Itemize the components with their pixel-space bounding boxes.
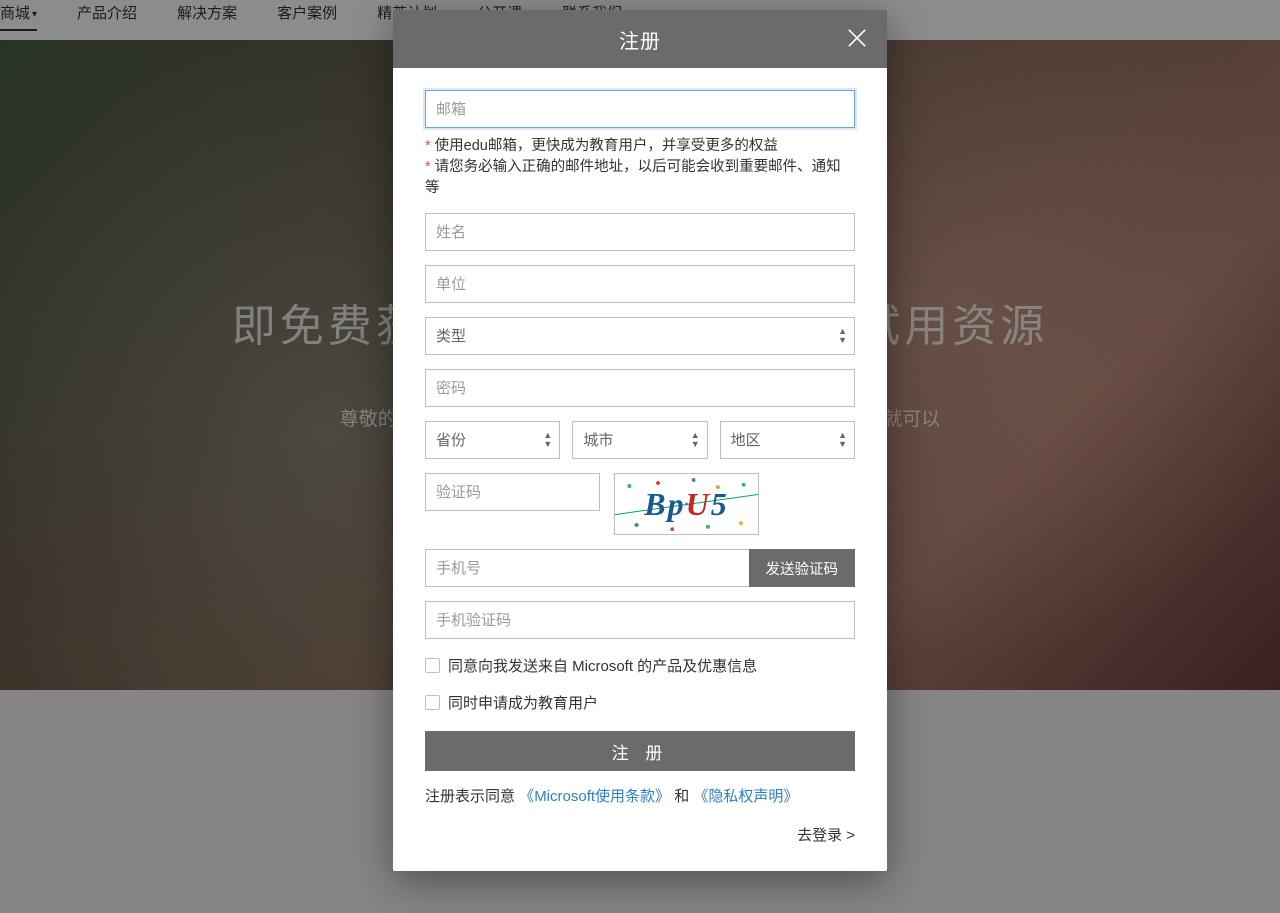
- close-icon[interactable]: [843, 24, 871, 52]
- city-select[interactable]: 城市: [572, 421, 707, 459]
- password-input[interactable]: [425, 369, 855, 407]
- captcha-input[interactable]: [425, 473, 600, 511]
- captcha-image[interactable]: BpU5: [614, 473, 759, 535]
- province-select[interactable]: 省份: [425, 421, 560, 459]
- terms-link-usage[interactable]: 《Microsoft使用条款》: [519, 788, 670, 805]
- register-button[interactable]: 注 册: [425, 731, 855, 771]
- modal-overlay[interactable]: 注册 *使用edu邮箱，更快成为教育用户，并享受更多的权益 *请您务必输入正确的…: [0, 0, 1280, 913]
- org-input[interactable]: [425, 265, 855, 303]
- marketing-consent-checkbox[interactable]: [425, 658, 440, 673]
- edu-consent-checkbox[interactable]: [425, 695, 440, 710]
- district-select[interactable]: 地区: [720, 421, 855, 459]
- email-field-wrap: *使用edu邮箱，更快成为教育用户，并享受更多的权益 *请您务必输入正确的邮件地…: [425, 90, 855, 199]
- phone-input[interactable]: [425, 549, 749, 587]
- email-input[interactable]: [425, 90, 855, 128]
- name-input[interactable]: [425, 213, 855, 251]
- required-star: *: [425, 159, 431, 175]
- edu-consent-row[interactable]: 同时申请成为教育用户: [425, 692, 855, 713]
- type-select[interactable]: 类型: [425, 317, 855, 355]
- terms-text: 注册表示同意 《Microsoft使用条款》 和 《隐私权声明》: [425, 785, 855, 806]
- terms-link-privacy[interactable]: 《隐私权声明》: [693, 788, 798, 805]
- login-link[interactable]: 去登录 >: [425, 824, 855, 845]
- modal-title: 注册: [619, 25, 661, 54]
- marketing-consent-row[interactable]: 同意向我发送来自 Microsoft 的产品及优惠信息: [425, 655, 855, 676]
- phone-code-input[interactable]: [425, 601, 855, 639]
- edu-consent-label: 同时申请成为教育用户: [448, 692, 598, 713]
- marketing-consent-label: 同意向我发送来自 Microsoft 的产品及优惠信息: [448, 655, 757, 676]
- email-hints: *使用edu邮箱，更快成为教育用户，并享受更多的权益 *请您务必输入正确的邮件地…: [425, 136, 855, 199]
- register-modal: 注册 *使用edu邮箱，更快成为教育用户，并享受更多的权益 *请您务必输入正确的…: [393, 10, 887, 871]
- send-code-button[interactable]: 发送验证码: [749, 549, 856, 587]
- required-star: *: [425, 138, 431, 154]
- modal-header: 注册: [393, 10, 887, 68]
- modal-body: *使用edu邮箱，更快成为教育用户，并享受更多的权益 *请您务必输入正确的邮件地…: [393, 68, 887, 871]
